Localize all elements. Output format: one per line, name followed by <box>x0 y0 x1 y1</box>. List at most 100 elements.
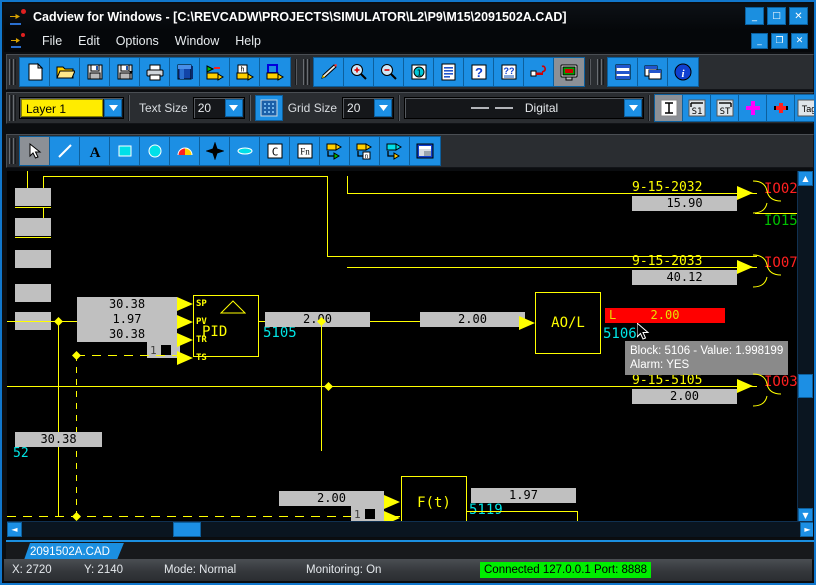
chevron-down-icon[interactable] <box>374 99 393 117</box>
pid-block-id[interactable]: 5105 <box>263 325 297 341</box>
toolbar-grip[interactable] <box>9 59 16 85</box>
cascade-button[interactable] <box>638 58 668 86</box>
drawing-canvas[interactable]: 9-15-2032 15.90 IO02- IO15- 9-15-2033 40… <box>6 170 814 538</box>
toolbar-grip-2[interactable] <box>303 59 310 85</box>
window-layout-button[interactable] <box>410 137 440 165</box>
ellipse-tool-button[interactable] <box>230 137 260 165</box>
close-button[interactable]: ✕ <box>789 7 808 25</box>
horizontal-scroll-thumb[interactable] <box>173 522 201 537</box>
vertical-scroll-thumb[interactable] <box>798 374 813 398</box>
scroll-right-button[interactable]: ► <box>800 522 813 537</box>
save-button[interactable] <box>80 58 110 86</box>
point-tool-button[interactable] <box>200 137 230 165</box>
tile-horizontal-button[interactable] <box>608 58 638 86</box>
zoom-out-button[interactable] <box>374 58 404 86</box>
value-box-pv[interactable]: 1.97 <box>77 312 177 327</box>
left-stub-box[interactable] <box>15 188 51 206</box>
left-stub-box[interactable] <box>15 250 51 268</box>
canvas-horizontal-scrollbar[interactable]: ◄ ► <box>7 521 813 537</box>
draw-grip[interactable] <box>9 138 16 164</box>
scroll-up-button[interactable]: ▲ <box>798 171 813 186</box>
text-size-select[interactable]: 20 <box>192 97 245 119</box>
diagram-surface[interactable]: 9-15-2032 15.90 IO02- IO15- 9-15-2033 40… <box>7 171 806 531</box>
mdi-close-button[interactable]: ✕ <box>791 33 808 49</box>
props-grip[interactable] <box>9 95 16 121</box>
ft-block-id[interactable]: 5119 <box>469 502 503 518</box>
page-one-button[interactable]: 1 <box>404 58 434 86</box>
menu-item-help[interactable]: Help <box>227 33 269 49</box>
menu-item-file[interactable]: File <box>34 33 70 49</box>
help-button[interactable]: ? <box>464 58 494 86</box>
line-tool-button[interactable] <box>50 137 80 165</box>
add-point-button[interactable] <box>739 95 768 121</box>
value-box-pid-out[interactable]: 2.00 <box>265 312 370 327</box>
monitor-button[interactable] <box>554 58 584 86</box>
maximize-button[interactable]: □ <box>767 7 786 25</box>
value-box-2033[interactable]: 40.12 <box>632 270 737 285</box>
delete-point-button[interactable] <box>767 95 796 121</box>
value-box-tr[interactable]: 30.38 <box>77 327 177 342</box>
document-tab[interactable]: 2091502A.CAD <box>24 543 124 560</box>
left-stub-box[interactable] <box>15 284 51 302</box>
grid-size-select[interactable]: 20 <box>342 97 395 119</box>
junction-node[interactable] <box>72 512 81 521</box>
open-file-button[interactable] <box>50 58 80 86</box>
signal-st-button[interactable]: ST <box>711 95 740 121</box>
menu-item-edit[interactable]: Edit <box>70 33 108 49</box>
scroll-left-button[interactable]: ◄ <box>7 522 22 537</box>
chevron-down-icon[interactable] <box>224 99 243 117</box>
grid-toggle-button[interactable] <box>254 95 283 121</box>
mdi-restore-button[interactable]: ❐ <box>771 33 788 49</box>
signal-s1-button[interactable]: S1 <box>683 95 712 121</box>
folder-green-button[interactable] <box>320 137 350 165</box>
value-box-5105-out[interactable]: 2.00 <box>632 389 737 404</box>
circle-tool-button[interactable] <box>140 137 170 165</box>
chevron-down-icon[interactable] <box>624 99 643 117</box>
value-box-ft-in[interactable]: 2.00 <box>279 491 384 506</box>
line-style-select[interactable]: Digital <box>404 97 645 119</box>
left-stub-box[interactable] <box>15 218 51 236</box>
text-height-button[interactable] <box>655 95 684 121</box>
copy-block-button[interactable]: C <box>260 137 290 165</box>
library-button[interactable] <box>170 58 200 86</box>
folder-cyan-button[interactable] <box>380 137 410 165</box>
folder-n-button[interactable]: n <box>350 137 380 165</box>
value-box-sp[interactable]: 30.38 <box>77 297 177 312</box>
link-folder-button[interactable] <box>260 58 290 86</box>
context-help-button[interactable]: ?? <box>494 58 524 86</box>
switch-ft-in[interactable]: 1 <box>351 506 384 522</box>
canvas-vertical-scrollbar[interactable]: ▲ ▼ <box>797 171 813 523</box>
menu-item-options[interactable]: Options <box>108 33 167 49</box>
select-tool-button[interactable] <box>20 137 50 165</box>
zoom-in-button[interactable] <box>344 58 374 86</box>
import-h-button[interactable]: h <box>230 58 260 86</box>
chevron-down-icon[interactable] <box>104 99 122 117</box>
value-box-ft-out[interactable]: 1.97 <box>471 488 576 503</box>
print-button[interactable] <box>140 58 170 86</box>
value-box-aol-out[interactable]: L 2.00 <box>605 308 725 323</box>
arc-tool-button[interactable] <box>170 137 200 165</box>
aol-block[interactable]: AO/L <box>535 292 601 354</box>
connect-button[interactable] <box>524 58 554 86</box>
draw-pen-button[interactable] <box>314 58 344 86</box>
function-block-button[interactable]: Fn <box>290 137 320 165</box>
rectangle-tool-button[interactable] <box>110 137 140 165</box>
value-box-feedback[interactable]: 30.38 <box>15 432 102 447</box>
value-box-aol-in[interactable]: 2.00 <box>420 312 525 327</box>
export-button[interactable] <box>200 58 230 86</box>
list-button[interactable] <box>434 58 464 86</box>
menu-item-window[interactable]: Window <box>167 33 227 49</box>
junction-node[interactable] <box>324 382 333 391</box>
aol-block-id[interactable]: 5106 <box>603 326 637 342</box>
new-file-button[interactable] <box>20 58 50 86</box>
layer-select[interactable]: Layer 1 <box>19 97 124 119</box>
about-button[interactable]: i <box>668 58 698 86</box>
mdi-minimize-button[interactable]: _ <box>751 33 768 49</box>
minimize-button[interactable]: _ <box>745 7 764 25</box>
tag-button[interactable]: Tag <box>795 95 814 121</box>
block-id-52[interactable]: 52 <box>13 446 29 461</box>
text-tool-button[interactable]: A <box>80 137 110 165</box>
value-box-2032[interactable]: 15.90 <box>632 196 737 211</box>
toolbar-grip-3[interactable] <box>597 59 604 85</box>
save-as-button[interactable] <box>110 58 140 86</box>
